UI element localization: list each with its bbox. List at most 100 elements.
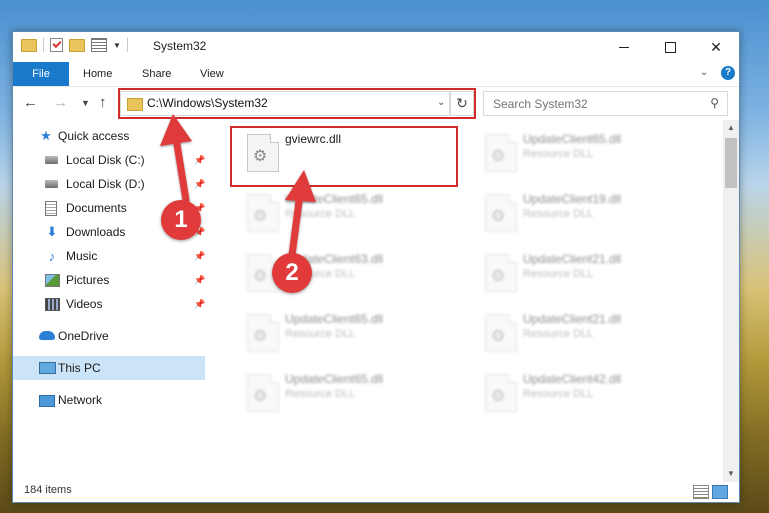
pictures-icon xyxy=(45,274,60,287)
pin-icon[interactable]: 📌 xyxy=(194,299,205,310)
sidebar-item-local-disk-d[interactable]: Local Disk (D:) 📌 xyxy=(13,172,205,196)
gear-icon: ⚙ xyxy=(491,148,506,165)
scroll-down-icon[interactable]: ▼ xyxy=(723,466,739,482)
scroll-up-icon[interactable]: ▲ xyxy=(723,120,739,136)
gear-icon: ⚙ xyxy=(253,268,268,285)
file-tile[interactable]: ⚙ UpdateClient63.dll Resource DLL xyxy=(235,246,455,298)
pin-icon[interactable]: 📌 xyxy=(194,203,205,214)
sidebar-item-music[interactable]: ♪ Music 📌 xyxy=(13,244,205,268)
file-name: UpdateClient65.dll xyxy=(285,312,384,326)
pin-icon[interactable]: 📌 xyxy=(194,179,205,190)
file-name: UpdateClient19.dll xyxy=(523,192,622,206)
search-input[interactable] xyxy=(484,92,695,115)
large-icons-view-icon[interactable] xyxy=(712,485,728,499)
videos-icon xyxy=(45,298,60,311)
sidebar-item-network[interactable]: Network xyxy=(13,388,205,412)
sidebar-item-label: Local Disk (C:) xyxy=(66,153,145,167)
properties-check-icon[interactable] xyxy=(50,38,63,52)
ribbon-tabs: File Home Share View ⌄ ? xyxy=(13,62,739,87)
sidebar-item-videos[interactable]: Videos 📌 xyxy=(13,292,205,316)
file-tile[interactable]: ⚙ UpdateClient21.dll Resource DLL xyxy=(473,246,693,298)
cloud-icon xyxy=(39,331,55,340)
recent-locations-chevron-icon[interactable]: ▼ xyxy=(81,98,90,108)
file-type: Resource DLL xyxy=(523,208,594,220)
dll-file-icon: ⚙ xyxy=(485,374,517,412)
file-tile[interactable]: ⚙ UpdateClient19.dll Resource DLL xyxy=(473,186,693,238)
file-list: ⚙ gviewrc.dll ⚙ UpdateClient65.dll Resou… xyxy=(223,120,723,482)
file-tile-gviewrc[interactable]: ⚙ gviewrc.dll xyxy=(235,126,455,178)
sidebar-item-quick-access[interactable]: ★ Quick access xyxy=(13,124,205,148)
sidebar-item-onedrive[interactable]: OneDrive xyxy=(13,324,205,348)
dll-file-icon: ⚙ xyxy=(485,194,517,232)
gear-icon: ⚙ xyxy=(491,388,506,405)
drive-icon xyxy=(45,156,58,164)
gear-icon: ⚙ xyxy=(491,268,506,285)
gear-icon: ⚙ xyxy=(253,328,268,345)
search-box[interactable]: ⚲ xyxy=(483,91,728,116)
navigation-pane: ★ Quick access Local Disk (C:) 📌 Local D… xyxy=(13,120,208,482)
close-button[interactable]: ✕ xyxy=(693,32,739,62)
file-type: Resource DLL xyxy=(523,388,594,400)
file-name: UpdateClient21.dll xyxy=(523,312,622,326)
dll-file-icon: ⚙ xyxy=(485,254,517,292)
address-bar[interactable]: C:\Windows\System32 ⌄ xyxy=(120,91,450,116)
file-name: UpdateClient65.dll xyxy=(523,132,622,146)
document-icon xyxy=(45,201,57,216)
dll-file-icon: ⚙ xyxy=(247,374,279,412)
up-arrow-icon[interactable]: ↑ xyxy=(99,94,107,111)
quick-access-toolbar: ▼ xyxy=(21,38,128,52)
network-icon xyxy=(39,395,55,407)
tab-file[interactable]: File xyxy=(13,62,69,86)
expand-ribbon-chevron-icon[interactable]: ⌄ xyxy=(700,67,708,78)
tab-view[interactable]: View xyxy=(200,62,224,86)
tab-home[interactable]: Home xyxy=(83,62,112,86)
gear-icon: ⚙ xyxy=(491,208,506,225)
scrollbar-thumb[interactable] xyxy=(725,138,737,188)
refresh-button[interactable]: ↻ xyxy=(450,91,474,116)
file-tile[interactable]: ⚙ UpdateClient65.dll Resource DLL xyxy=(235,366,455,418)
file-tile[interactable]: ⚙ UpdateClient65.dll Resource DLL xyxy=(473,126,693,178)
computer-icon xyxy=(39,362,56,374)
dll-file-icon: ⚙ xyxy=(485,134,517,172)
forward-arrow-icon[interactable]: → xyxy=(53,94,68,111)
sidebar-item-label: Local Disk (D:) xyxy=(66,177,145,191)
dll-file-icon: ⚙ xyxy=(247,134,279,172)
help-icon[interactable]: ? xyxy=(721,66,735,80)
sidebar-item-label: This PC xyxy=(58,361,101,375)
search-icon[interactable]: ⚲ xyxy=(710,96,719,110)
dll-file-icon: ⚙ xyxy=(485,314,517,352)
sidebar-item-downloads[interactable]: ⬇ Downloads 📌 xyxy=(13,220,206,244)
vertical-scrollbar[interactable]: ▲ ▼ xyxy=(723,120,739,482)
title-bar: ▼ System32 ✕ xyxy=(13,32,739,62)
status-bar: 184 items xyxy=(13,482,739,502)
address-path[interactable]: C:\Windows\System32 xyxy=(147,96,268,110)
file-name: UpdateClient21.dll xyxy=(523,252,622,266)
minimize-button[interactable] xyxy=(601,32,647,62)
gear-icon: ⚙ xyxy=(491,328,506,345)
drive-icon xyxy=(45,180,58,188)
file-tile[interactable]: ⚙ UpdateClient65.dll Resource DLL xyxy=(235,186,455,238)
file-tile[interactable]: ⚙ UpdateClient21.dll Resource DLL xyxy=(473,306,693,358)
customize-toolbar-chevron-icon[interactable]: ▼ xyxy=(113,41,121,50)
folder-icon xyxy=(21,38,37,52)
new-folder-icon[interactable] xyxy=(69,38,85,52)
properties-icon[interactable] xyxy=(91,38,107,52)
pin-icon[interactable]: 📌 xyxy=(194,155,205,166)
file-type: Resource DLL xyxy=(285,208,356,220)
details-view-icon[interactable] xyxy=(693,485,709,499)
pin-icon[interactable]: 📌 xyxy=(194,275,205,286)
sidebar-item-local-disk-c[interactable]: Local Disk (C:) 📌 xyxy=(13,148,205,172)
sidebar-item-pictures[interactable]: Pictures 📌 xyxy=(13,268,205,292)
tab-share[interactable]: Share xyxy=(142,62,171,86)
pin-icon[interactable]: 📌 xyxy=(194,251,205,262)
address-history-chevron-icon[interactable]: ⌄ xyxy=(437,97,445,108)
back-arrow-icon[interactable]: ← xyxy=(23,94,38,111)
file-tile[interactable]: ⚙ UpdateClient42.dll Resource DLL xyxy=(473,366,693,418)
file-name: UpdateClient42.dll xyxy=(523,372,622,386)
pin-icon[interactable]: 📌 xyxy=(194,227,205,238)
sidebar-item-this-pc[interactable]: This PC xyxy=(13,356,205,380)
sidebar-item-documents[interactable]: Documents 📌 xyxy=(13,196,205,220)
maximize-button[interactable] xyxy=(647,32,693,62)
file-tile[interactable]: ⚙ UpdateClient65.dll Resource DLL xyxy=(235,306,455,358)
dll-file-icon: ⚙ xyxy=(247,314,279,352)
